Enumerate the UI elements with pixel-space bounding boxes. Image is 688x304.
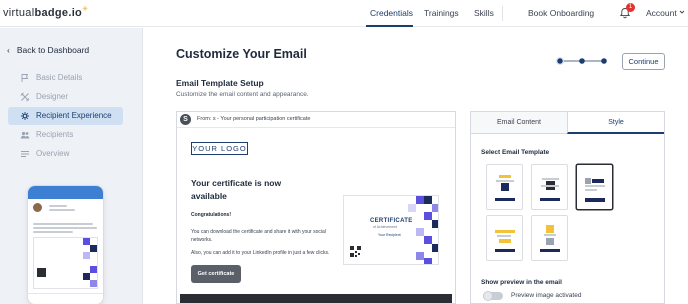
section-subtitle: Customize the email content and appearan…: [176, 91, 309, 98]
phone-post-author: [33, 203, 98, 221]
chevron-left-icon: ‹: [7, 45, 10, 55]
nav-book-onboarding[interactable]: Book Onboarding: [528, 8, 594, 18]
toggle-knob: [483, 291, 493, 301]
phone-certificate-thumbnail: [33, 237, 98, 289]
email-from-text: From: s - Your personal participation ce…: [197, 116, 311, 122]
nav-divider: [502, 6, 503, 21]
chevron-down-icon[interactable]: [679, 9, 685, 15]
app-root: virtualbadge.io✳ Credentials Trainings S…: [0, 0, 688, 304]
get-certificate-button[interactable]: Get certificate: [191, 265, 241, 283]
qr-code-icon: [350, 246, 361, 257]
sidebar-item-label: Recipient Experience: [36, 111, 112, 120]
sparkle-icon: [21, 112, 29, 120]
continue-button[interactable]: Continue: [622, 53, 665, 70]
phone-tab-bar: [28, 293, 103, 304]
sidebar-item-designer[interactable]: Designer: [8, 88, 123, 106]
certificate-subtitle: of Achievement: [373, 225, 397, 229]
email-template-option-3[interactable]: [576, 164, 613, 210]
avatar: [33, 203, 42, 212]
page-title: Customize Your Email: [176, 47, 307, 61]
progress-stepper: [556, 57, 607, 65]
email-paragraph-download: You can download the certificate and sha…: [191, 229, 326, 243]
sidebar-item-overview[interactable]: Overview: [8, 145, 123, 163]
sidebar: ‹ Back to Dashboard Basic Details Designe…: [0, 28, 143, 304]
tab-style[interactable]: Style: [567, 112, 664, 134]
brand-mark-icon: ✳: [82, 6, 89, 13]
select-template-label: Select Email Template: [481, 149, 550, 156]
sidebar-item-recipient-experience[interactable]: Recipient Experience: [8, 107, 123, 125]
brand-logo[interactable]: virtualbadge.io✳: [3, 6, 89, 19]
phone-body: [28, 199, 103, 293]
flag-icon: [21, 74, 29, 82]
nav-skills[interactable]: Skills: [474, 8, 494, 18]
section-title: Email Template Setup: [176, 78, 264, 88]
email-congrats: Congratulations!: [191, 212, 231, 218]
users-icon: [20, 131, 30, 139]
sidebar-item-basic-details[interactable]: Basic Details: [8, 69, 123, 87]
email-template-option-2[interactable]: [531, 164, 568, 210]
notification-count-badge: 1: [626, 3, 635, 12]
email-template-option-1[interactable]: [486, 164, 523, 210]
email-from-bar: S From: s - Your personal participation …: [177, 112, 455, 128]
show-preview-label: Show preview in the email: [481, 279, 562, 286]
sidebar-item-label: Designer: [36, 92, 69, 101]
phone-header: [28, 186, 103, 199]
certificate-title: CERTIFICATE: [370, 218, 413, 224]
email-footer: [180, 294, 452, 303]
email-template-option-5[interactable]: [531, 215, 568, 261]
preview-image-toggle[interactable]: [483, 291, 503, 301]
sidebar-item-recipients[interactable]: Recipients: [8, 126, 123, 144]
brand-name-bold: badge.io: [34, 7, 83, 19]
tab-email-content[interactable]: Email Content: [471, 112, 567, 134]
certificate-recipient: Your Recipient: [378, 233, 401, 237]
sidebar-item-label: Recipients: [36, 130, 74, 139]
style-panel: Email Content Style Select Email Templat…: [470, 111, 665, 304]
email-logo-placeholder: YOUR LOGO: [191, 142, 248, 155]
list-icon: [21, 151, 29, 157]
phone-preview-illustration: [27, 185, 104, 304]
account-menu[interactable]: Account: [646, 8, 677, 18]
nav-trainings[interactable]: Trainings: [424, 8, 459, 18]
sender-avatar: S: [180, 114, 191, 125]
sidebar-item-label: Overview: [36, 149, 70, 158]
brand-name-light: virtual: [3, 7, 35, 19]
email-paragraph-linkedin: Also, you can add it to your LinkedIn pr…: [191, 250, 330, 256]
back-to-dashboard-link[interactable]: ‹ Back to Dashboard: [7, 45, 89, 55]
preview-toggle-label: Preview image activated: [511, 292, 582, 299]
sidebar-item-label: Basic Details: [36, 73, 83, 82]
nav-active-indicator: [366, 25, 413, 27]
email-heading: Your certificate is now available: [191, 178, 282, 201]
nav-credentials[interactable]: Credentials: [370, 8, 413, 18]
top-navigation: virtualbadge.io✳ Credentials Trainings S…: [0, 0, 688, 27]
tools-icon: [20, 92, 30, 102]
email-template-option-4[interactable]: [486, 215, 523, 261]
certificate-thumbnail: CERTIFICATE of Achievement Your Recipien…: [343, 195, 439, 265]
email-preview: S From: s - Your personal participation …: [176, 111, 456, 304]
back-label: Back to Dashboard: [16, 45, 90, 55]
